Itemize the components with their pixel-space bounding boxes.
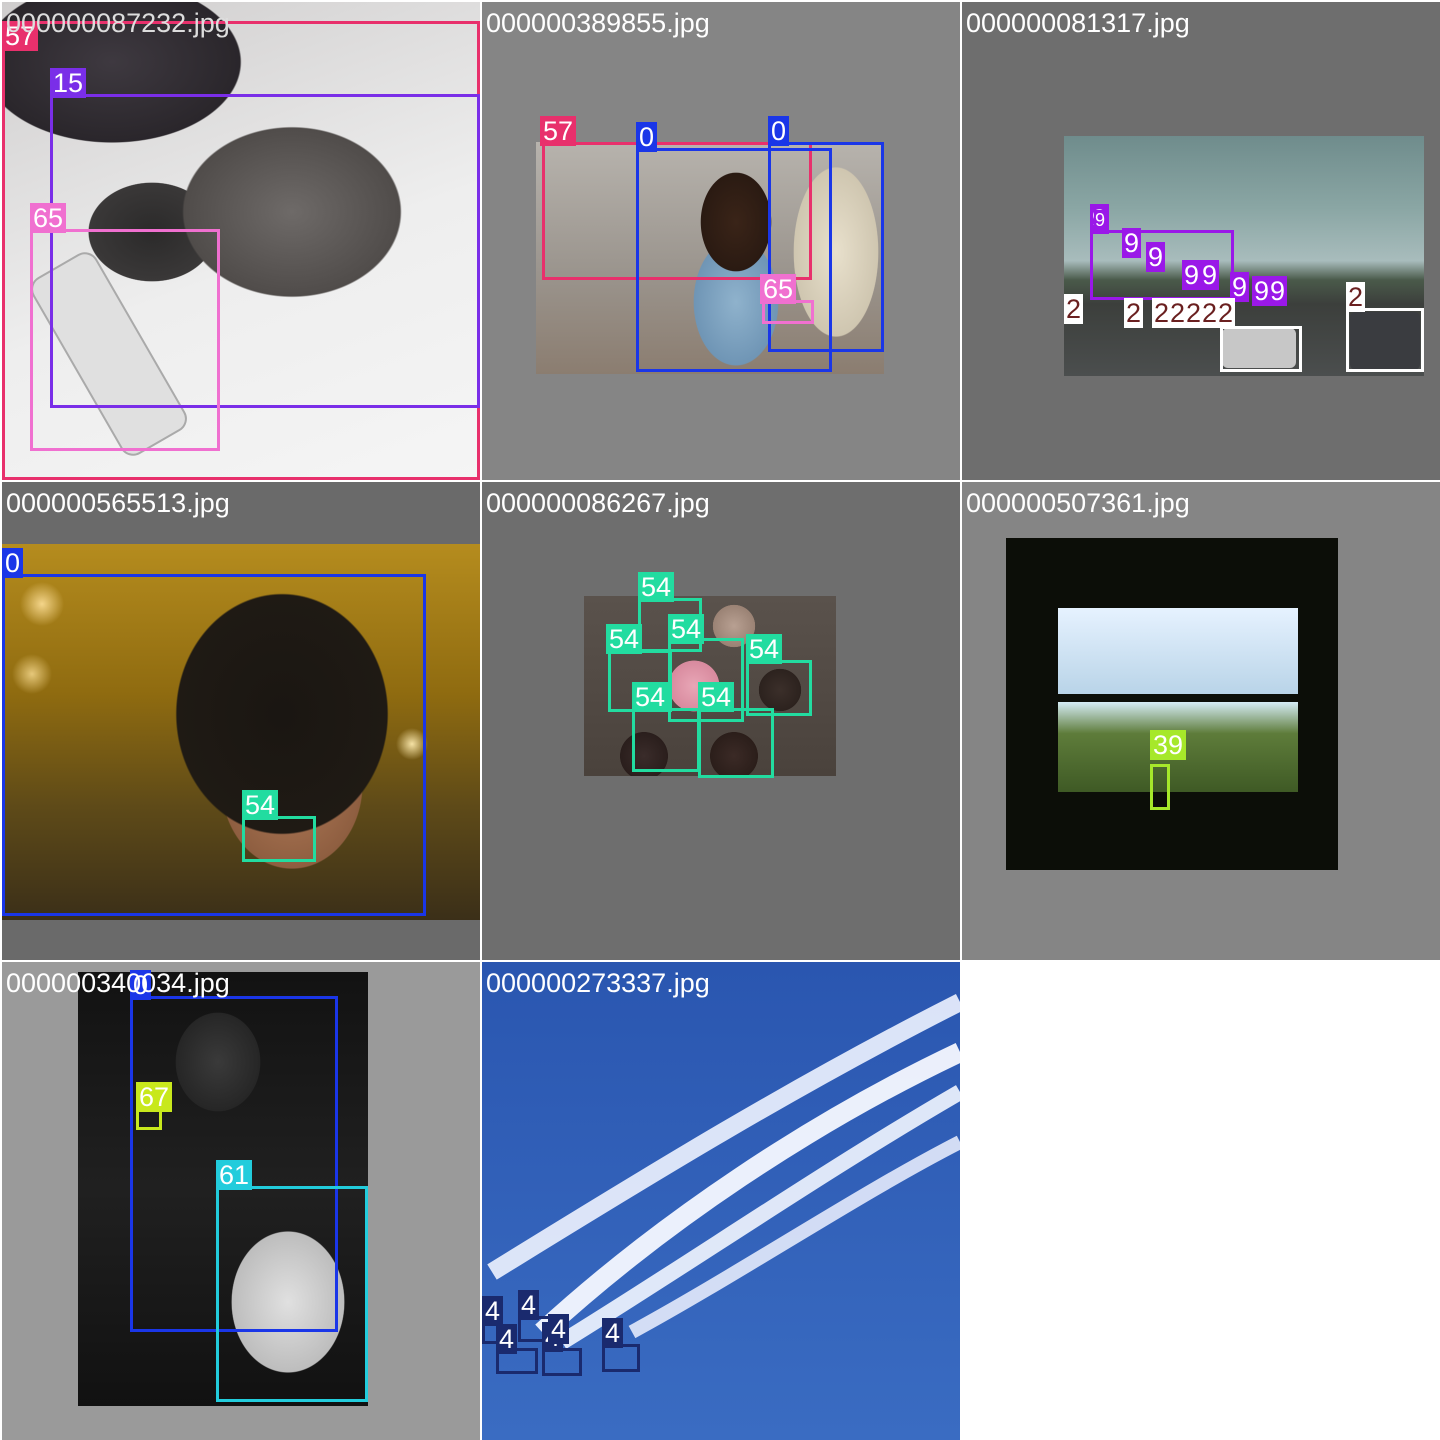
- bbox-label: 9: [1268, 276, 1288, 306]
- filename: 000000081317.jpg: [966, 8, 1190, 38]
- bbox-label: 9: [1146, 242, 1166, 272]
- bbox-label: 61: [216, 1160, 253, 1190]
- bbox: [216, 1186, 368, 1402]
- bbox-label: 4: [602, 1318, 624, 1348]
- mosaic-tile: 0 54 000000565513.jpg: [2, 482, 480, 960]
- bbox-label: 4: [496, 1324, 518, 1354]
- bbox: [1150, 764, 1170, 810]
- mosaic-tile: 57 0 0 65 000000389855.jpg: [482, 2, 960, 480]
- bbox: [698, 708, 774, 778]
- bbox-label: 4: [548, 1314, 570, 1344]
- bbox-label: 57: [540, 116, 577, 146]
- tile-image: [1006, 538, 1338, 870]
- bbox-label: 54: [242, 790, 279, 820]
- bbox-label: 67: [136, 1082, 173, 1112]
- bbox: [242, 816, 316, 862]
- mosaic-tile: 4 4 4 4 4 4 000000273337.jpg: [482, 962, 960, 1440]
- mosaic-tile: 0 67 61 000000340034.jpg: [2, 962, 480, 1440]
- mosaic-grid: 57 15 65 000000087232.jpg 57 0 0 65 0000…: [0, 0, 1440, 1440]
- bbox-label: 54: [746, 634, 783, 664]
- bbox-label: 0: [768, 116, 790, 146]
- filename: 000000507361.jpg: [966, 488, 1190, 518]
- bbox-label: 4: [518, 1290, 540, 1320]
- empty-tile: [962, 962, 1440, 1440]
- bbox-label: 0: [2, 548, 24, 578]
- bbox-label: 65: [30, 203, 67, 233]
- bbox: [542, 1348, 582, 1376]
- mosaic-tile: 57 15 65 000000087232.jpg: [2, 2, 480, 480]
- bbox-label: 2: [1216, 298, 1236, 328]
- bbox-label: 39: [1150, 730, 1187, 760]
- bbox-label: 54: [698, 682, 735, 712]
- bbox: [1346, 308, 1424, 372]
- bbox-label: 4: [482, 1296, 504, 1326]
- bbox-label: 9: [1094, 210, 1107, 230]
- bbox-label: 54: [606, 624, 643, 654]
- bbox-label: 2: [1124, 298, 1144, 328]
- filename: 000000087232.jpg: [6, 8, 230, 38]
- bbox-label: 54: [668, 614, 705, 644]
- filename: 000000565513.jpg: [6, 488, 230, 518]
- bbox-label: 15: [50, 68, 87, 98]
- filename: 000000340034.jpg: [6, 968, 230, 998]
- window-upper-pane: [1058, 608, 1298, 694]
- mosaic-tile: 54 54 54 54 54 54 000000086267.jpg: [482, 482, 960, 960]
- bbox-label: 0: [636, 122, 658, 152]
- bbox: [1220, 326, 1302, 372]
- bbox-label: 9: [1200, 260, 1220, 290]
- filename: 000000389855.jpg: [486, 8, 710, 38]
- bbox: [602, 1344, 640, 1372]
- bbox-label: 54: [638, 572, 675, 602]
- bbox: [632, 708, 700, 772]
- bbox: [30, 229, 220, 451]
- filename: 000000273337.jpg: [486, 968, 710, 998]
- bbox-label: 54: [632, 682, 669, 712]
- bbox-label: 9: [1122, 228, 1142, 258]
- bbox-label: 2: [1346, 282, 1366, 312]
- bbox: [2, 574, 426, 916]
- bbox-label: 9: [1182, 260, 1202, 290]
- bbox-label: 2: [1064, 294, 1084, 324]
- mosaic-tile: 9 9 9 9 9 9 9 9 9 2 2 2 2 2 2 2 2 000000…: [962, 2, 1440, 480]
- mosaic-tile: 39 000000507361.jpg: [962, 482, 1440, 960]
- filename: 000000086267.jpg: [486, 488, 710, 518]
- bbox-label: 65: [760, 274, 797, 304]
